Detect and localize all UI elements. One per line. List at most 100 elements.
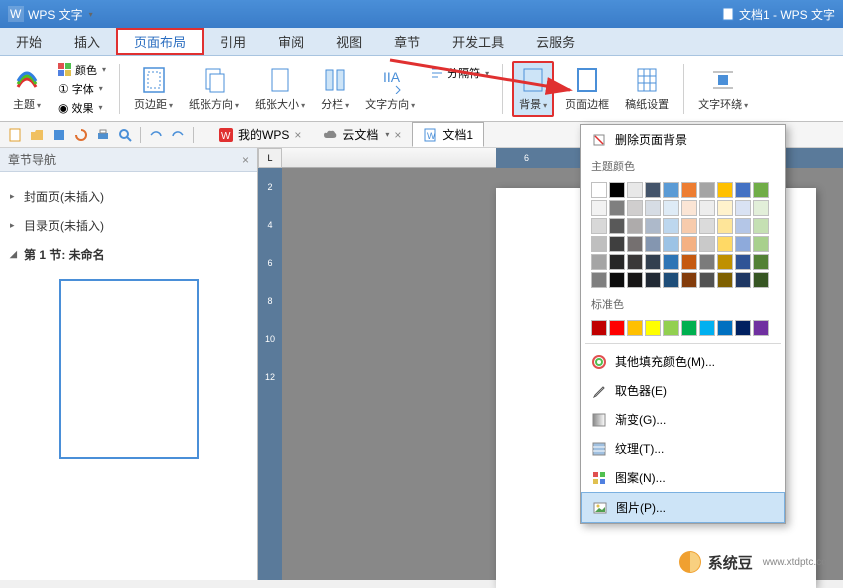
color-swatch[interactable] — [717, 218, 733, 234]
color-swatch[interactable] — [591, 254, 607, 270]
more-colors-item[interactable]: 其他填充颜色(M)... — [581, 347, 785, 376]
menu-review[interactable]: 审阅 — [262, 28, 320, 55]
save-button[interactable] — [50, 126, 68, 144]
color-swatch[interactable] — [681, 182, 697, 198]
color-swatch[interactable] — [735, 254, 751, 270]
color-swatch[interactable] — [627, 200, 643, 216]
color-swatch[interactable] — [681, 236, 697, 252]
tab-doc1[interactable]: W 文档1 — [412, 122, 484, 147]
color-swatch[interactable] — [645, 218, 661, 234]
margin-button[interactable]: 页边距▾ — [129, 63, 178, 115]
color-swatch[interactable] — [753, 218, 769, 234]
color-swatch[interactable] — [735, 272, 751, 288]
color-swatch[interactable] — [717, 182, 733, 198]
color-swatch[interactable] — [699, 320, 715, 336]
texture-item[interactable]: 纹理(T)... — [581, 434, 785, 463]
delete-background-item[interactable]: 删除页面背景 — [581, 125, 785, 154]
columns-button[interactable]: 分栏▾ — [316, 63, 354, 115]
color-swatch[interactable] — [627, 320, 643, 336]
color-swatch[interactable] — [663, 320, 679, 336]
color-swatch[interactable] — [663, 236, 679, 252]
color-swatch[interactable] — [699, 254, 715, 270]
color-swatch[interactable] — [591, 320, 607, 336]
color-swatch[interactable] — [717, 236, 733, 252]
color-swatch[interactable] — [663, 200, 679, 216]
color-swatch[interactable] — [753, 236, 769, 252]
color-swatch[interactable] — [609, 320, 625, 336]
background-button[interactable]: 背景▾ — [512, 61, 554, 117]
color-swatch[interactable] — [609, 182, 625, 198]
pattern-item[interactable]: 图案(N)... — [581, 463, 785, 492]
color-swatch[interactable] — [663, 254, 679, 270]
menu-references[interactable]: 引用 — [204, 28, 262, 55]
color-swatch[interactable] — [627, 182, 643, 198]
color-swatch[interactable] — [663, 272, 679, 288]
page-thumbnail[interactable] — [59, 279, 199, 459]
color-swatch[interactable] — [699, 182, 715, 198]
color-swatch[interactable] — [645, 272, 661, 288]
color-swatch[interactable] — [591, 182, 607, 198]
color-swatch[interactable] — [609, 200, 625, 216]
color-swatch[interactable] — [609, 254, 625, 270]
color-swatch[interactable] — [627, 236, 643, 252]
theme-button[interactable]: 主题▾ — [8, 63, 46, 115]
color-swatch[interactable] — [591, 236, 607, 252]
color-swatch[interactable] — [699, 236, 715, 252]
vertical-ruler[interactable]: 2 4 6 8 10 12 — [258, 168, 282, 580]
effect-button[interactable]: ◉效果▾ — [54, 99, 110, 117]
open-button[interactable] — [28, 126, 46, 144]
color-swatch[interactable] — [717, 200, 733, 216]
color-swatch[interactable] — [717, 272, 733, 288]
color-swatch[interactable] — [681, 200, 697, 216]
color-swatch[interactable] — [753, 182, 769, 198]
print-button[interactable] — [94, 126, 112, 144]
close-tab-icon[interactable]: × — [294, 128, 301, 142]
color-swatch[interactable] — [591, 200, 607, 216]
color-swatch[interactable] — [753, 200, 769, 216]
text-direction-button[interactable]: IIA 文字方向▾ — [360, 63, 420, 115]
orientation-button[interactable]: 纸张方向▾ — [184, 63, 244, 115]
color-swatch[interactable] — [753, 254, 769, 270]
color-swatch[interactable] — [753, 320, 769, 336]
menu-insert[interactable]: 插入 — [58, 28, 116, 55]
color-swatch[interactable] — [699, 218, 715, 234]
color-swatch[interactable] — [609, 272, 625, 288]
refresh-button[interactable] — [72, 126, 90, 144]
menu-cloud[interactable]: 云服务 — [520, 28, 591, 55]
menu-start[interactable]: 开始 — [0, 28, 58, 55]
manuscript-button[interactable]: 稿纸设置 — [620, 63, 674, 115]
color-swatch[interactable] — [717, 254, 733, 270]
color-swatch[interactable] — [591, 272, 607, 288]
color-swatch[interactable] — [681, 254, 697, 270]
color-swatch[interactable] — [735, 200, 751, 216]
nav-item-cover[interactable]: ▸封面页(未插入) — [6, 182, 251, 211]
color-swatch[interactable] — [627, 272, 643, 288]
tab-cloud[interactable]: 云文档 ▾ × — [312, 122, 412, 147]
menu-page-layout[interactable]: 页面布局 — [116, 28, 204, 55]
page-border-button[interactable]: 页面边框 — [560, 63, 614, 115]
color-swatch[interactable] — [645, 320, 661, 336]
color-swatch[interactable] — [609, 236, 625, 252]
color-swatch[interactable] — [645, 182, 661, 198]
app-menu-arrow[interactable]: ▾ — [89, 10, 93, 19]
color-swatch[interactable] — [645, 200, 661, 216]
color-swatch[interactable] — [627, 218, 643, 234]
color-swatch[interactable] — [717, 320, 733, 336]
size-button[interactable]: 纸张大小▾ — [250, 63, 310, 115]
eyedropper-item[interactable]: 取色器(E) — [581, 376, 785, 405]
color-button[interactable]: 颜色▾ — [54, 61, 110, 79]
text-wrap-button[interactable]: 文字环绕▾ — [693, 63, 753, 115]
color-swatch[interactable] — [645, 254, 661, 270]
picture-item[interactable]: 图片(P)... — [581, 492, 785, 523]
color-swatch[interactable] — [753, 272, 769, 288]
close-tab-icon[interactable]: × — [394, 128, 401, 142]
color-swatch[interactable] — [681, 272, 697, 288]
color-swatch[interactable] — [735, 182, 751, 198]
color-swatch[interactable] — [645, 236, 661, 252]
redo-button[interactable] — [169, 126, 187, 144]
close-panel-icon[interactable]: × — [242, 153, 249, 167]
new-button[interactable] — [6, 126, 24, 144]
gradient-item[interactable]: 渐变(G)... — [581, 405, 785, 434]
color-swatch[interactable] — [735, 236, 751, 252]
color-swatch[interactable] — [609, 218, 625, 234]
